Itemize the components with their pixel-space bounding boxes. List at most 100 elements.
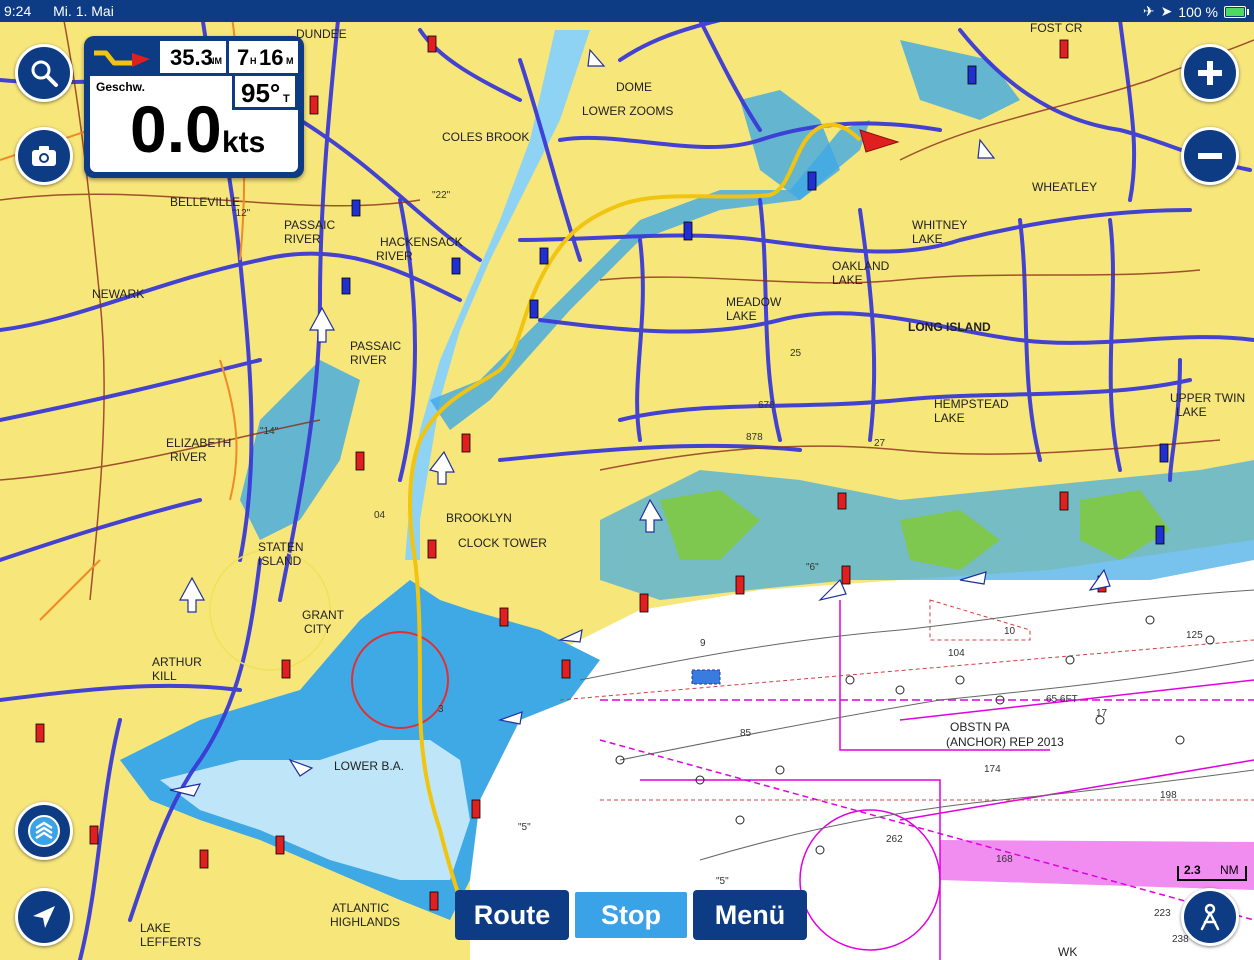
search-button[interactable] [15,44,73,102]
svg-text:NEWARK: NEWARK [92,287,144,301]
svg-text:125: 125 [1186,630,1203,641]
svg-text:LAKE: LAKE [934,411,965,425]
svg-text:RIVER: RIVER [170,450,207,464]
svg-text:HACKENSACK: HACKENSACK [380,235,463,249]
svg-text:678: 678 [758,400,775,411]
time-minutes-unit: M [286,56,294,66]
svg-text:COLES BROOK: COLES BROOK [442,130,529,144]
speed-value: 0.0 [130,92,222,166]
svg-text:198: 198 [1160,790,1177,801]
svg-text:LAKE: LAKE [832,273,863,287]
svg-text:LAKE: LAKE [912,232,943,246]
svg-text:PASSAIC: PASSAIC [350,339,401,353]
layers-button[interactable] [15,802,73,860]
navigation-arrow-icon [33,906,55,928]
svg-text:LAKE: LAKE [726,309,757,323]
svg-text:WHEATLEY: WHEATLEY [1032,180,1097,194]
svg-text:WHITNEY: WHITNEY [912,218,967,232]
svg-text:UPPER TWIN: UPPER TWIN [1170,391,1245,405]
waves-layers-icon [28,815,60,847]
stop-button[interactable]: Stop [573,890,689,940]
route-button[interactable]: Route [455,890,569,940]
svg-text:RIVER: RIVER [376,249,413,263]
location-icon: ➤ [1160,3,1173,19]
zoom-in-button[interactable] [1181,44,1239,102]
minus-icon [1198,153,1222,159]
svg-text:DOME: DOME [616,80,652,94]
svg-text:104: 104 [948,648,965,659]
svg-text:3: 3 [438,704,444,715]
svg-text:LAKE: LAKE [140,921,171,935]
svg-text:HEMPSTEAD: HEMPSTEAD [934,397,1009,411]
menu-button[interactable]: Menü [693,890,807,940]
time-minutes: 16 [259,45,284,70]
svg-text:ELIZABETH: ELIZABETH [166,436,231,450]
svg-text:(ANCHOR) REP 2013: (ANCHOR) REP 2013 [946,735,1064,749]
heading-frame: 95° T [232,76,298,110]
svg-text:FOST CR: FOST CR [1030,21,1083,35]
status-date: Mi. 1. Mai [53,3,114,19]
svg-text:CLOCK TOWER: CLOCK TOWER [458,536,547,550]
scale-value: 2.3 [1184,863,1201,877]
svg-text:ISLAND: ISLAND [258,554,302,568]
svg-text:RIVER: RIVER [350,353,387,367]
status-bar: 9:24 Mi. 1. Mai ✈ ➤ 100 % [0,0,1254,22]
map-scale: 2.3 NM [1176,862,1248,884]
svg-text:BROOKLYN: BROOKLYN [446,511,512,525]
svg-text:"5": "5" [716,876,729,887]
svg-text:PASSAIC: PASSAIC [284,218,335,232]
svg-text:"5": "5" [518,822,531,833]
svg-text:STATEN: STATEN [258,540,304,554]
battery-icon [1224,5,1249,18]
scale-unit: NM [1220,863,1239,877]
svg-text:85: 85 [740,728,752,739]
airplane-icon: ✈ [1142,3,1155,19]
svg-text:238: 238 [1172,934,1189,945]
svg-text:10: 10 [1004,626,1016,637]
svg-text:OBSTN PA: OBSTN PA [950,720,1010,734]
svg-text:RIVER: RIVER [284,232,321,246]
distance-unit: NM [208,56,222,66]
svg-text:"12": "12" [232,208,251,219]
svg-text:CITY: CITY [304,622,331,636]
distance-value: 35.3 [170,45,213,70]
svg-text:878: 878 [746,432,763,443]
speed-display: Geschw. 95° T 0.0 kts [90,76,298,172]
bottom-action-bar: Route Stop Menü [455,890,807,940]
time-hours: 7 [237,45,250,70]
navigation-button[interactable] [15,888,73,946]
navigation-info-panel[interactable]: 35.3 NM 7 H 16 M Geschw. 95° T 0.0 kts [84,36,304,178]
svg-text:25: 25 [790,348,802,359]
svg-text:MEADOW: MEADOW [726,295,782,309]
route-summary-bar: 35.3 NM 7 H 16 M [90,41,298,73]
camera-button[interactable] [15,127,73,185]
svg-text:262: 262 [886,834,903,845]
svg-text:"6": "6" [806,562,819,573]
svg-text:17: 17 [1096,708,1108,719]
svg-text:65 6FT: 65 6FT [1046,694,1078,705]
status-time: 9:24 [4,3,32,19]
zoom-out-button[interactable] [1181,127,1239,185]
svg-text:DUNDEE: DUNDEE [296,27,347,41]
svg-text:KILL: KILL [152,669,177,683]
svg-text:LONG ISLAND: LONG ISLAND [908,320,991,334]
person-compass-icon [1200,903,1220,931]
svg-text:OAKLAND: OAKLAND [832,259,890,273]
battery-percent: 100 % [1178,3,1218,20]
time-remaining-cell: 7 H 16 M [229,41,298,73]
speed-unit: kts [222,126,266,159]
profile-button[interactable] [1181,888,1239,946]
route-arrow-icon [94,50,150,67]
svg-text:223: 223 [1154,908,1171,919]
svg-text:LAKE: LAKE [1176,405,1207,419]
svg-text:168: 168 [996,854,1013,865]
svg-text:BELLEVILLE: BELLEVILLE [170,195,240,209]
camera-icon [32,146,56,166]
heading-cell: 95° T [235,76,295,108]
svg-text:LOWER ZOOMS: LOWER ZOOMS [582,104,673,118]
svg-text:LOWER B.A.: LOWER B.A. [334,759,404,773]
svg-text:04: 04 [374,510,386,521]
svg-text:9: 9 [700,638,706,649]
search-icon [31,60,58,87]
heading-value: 95° [241,78,281,108]
